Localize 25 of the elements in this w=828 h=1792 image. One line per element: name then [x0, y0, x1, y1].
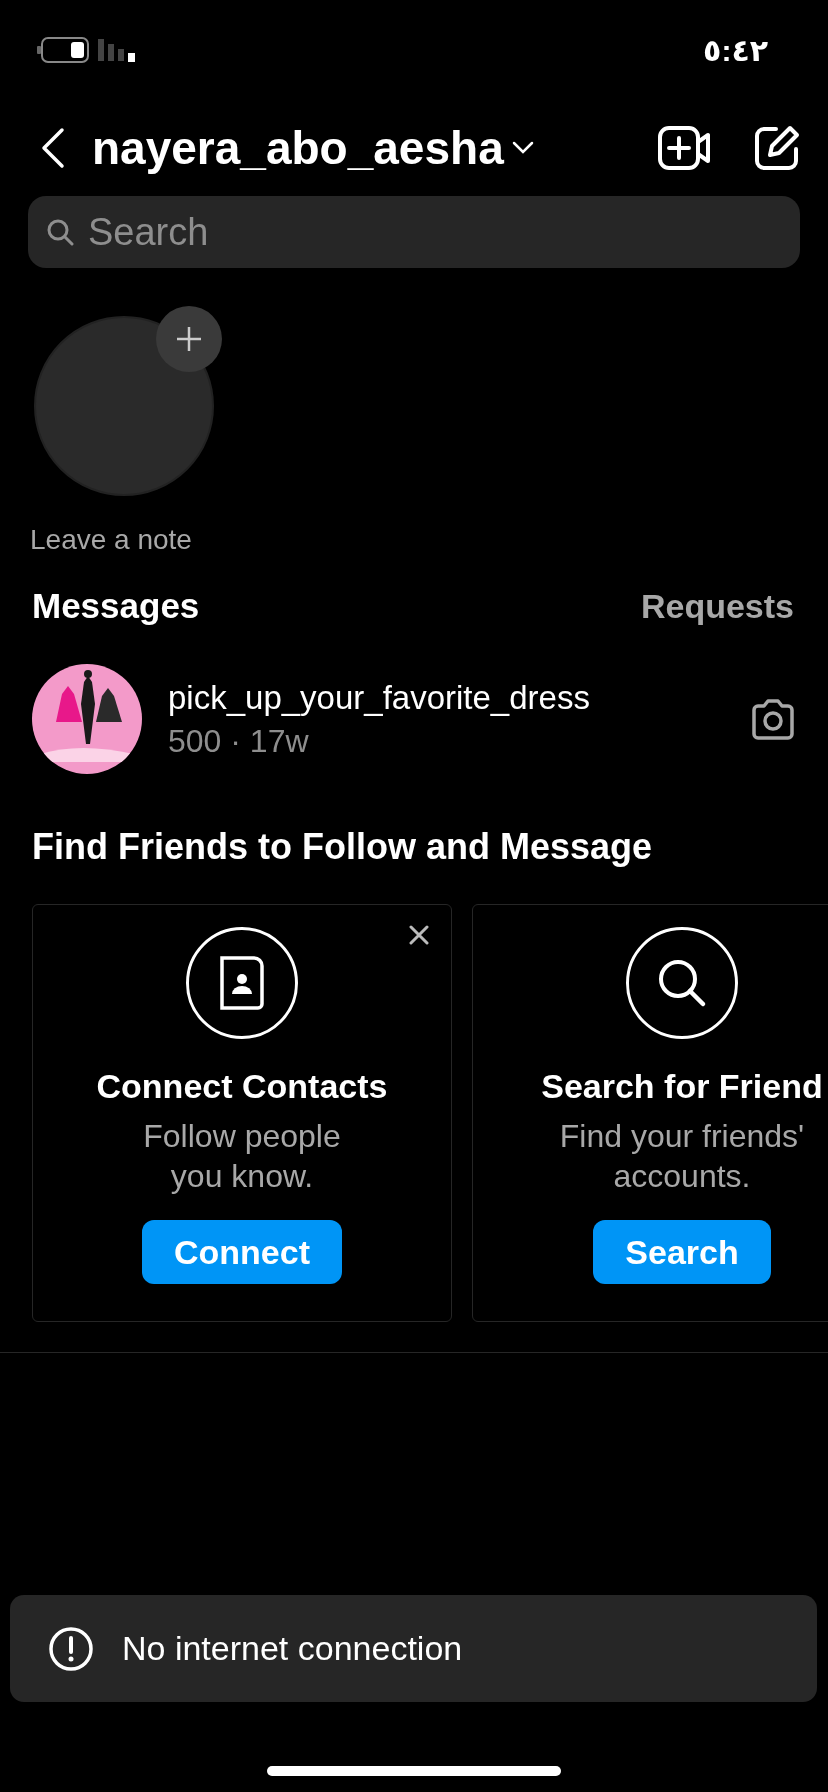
contact-book-icon [218, 954, 266, 1012]
camera-icon[interactable] [750, 698, 796, 740]
thread-name[interactable]: pick_up_your_favorite_dress [168, 678, 724, 717]
card-title: Search for Friend [541, 1067, 823, 1106]
card-title: Connect Contacts [96, 1067, 388, 1106]
compose-icon[interactable] [754, 125, 800, 171]
toast-message: No internet connection [122, 1629, 463, 1668]
back-button[interactable] [40, 127, 66, 169]
video-call-icon[interactable] [658, 126, 710, 170]
time: ٥:٤٢ [703, 32, 768, 68]
note-label: Leave a note [30, 524, 193, 556]
account-switcher[interactable]: nayera_abo_aesha [92, 121, 534, 175]
alert-icon [48, 1625, 94, 1672]
thread-subtitle: 500 · 17w [168, 722, 310, 760]
requests-link[interactable]: Requests [640, 586, 794, 626]
card-description: Find your friends' accounts. [558, 1117, 806, 1196]
card-description: Follow people you know. [142, 1117, 342, 1196]
search-field[interactable]: Search [28, 196, 800, 268]
plus-icon [175, 325, 203, 353]
section-title: Find Friends to Follow and Message [31, 825, 654, 868]
search-input[interactable]: Search [88, 204, 782, 260]
close-button[interactable] [409, 925, 429, 945]
section-title: Messages [32, 586, 200, 626]
search-icon [46, 218, 74, 246]
chevron-down-icon [511, 141, 534, 155]
